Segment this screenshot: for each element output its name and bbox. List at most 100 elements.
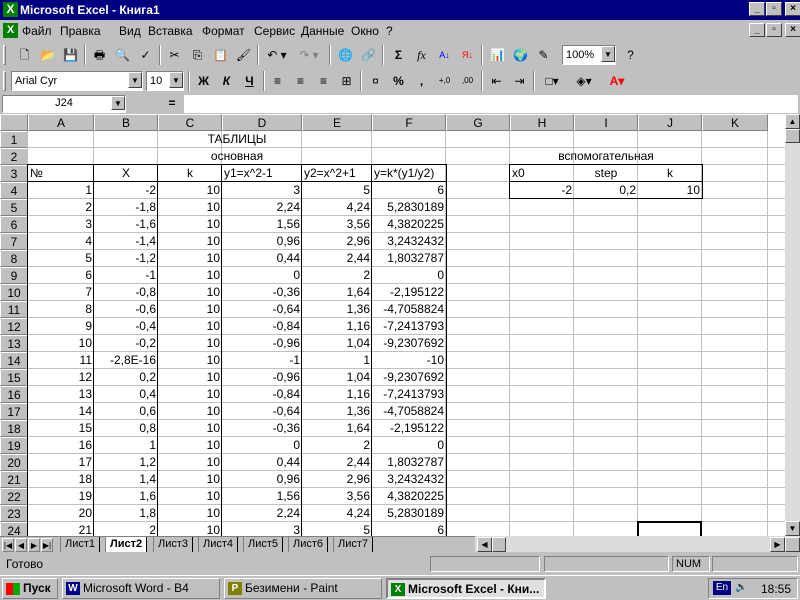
table-cell[interactable]: 4,24 bbox=[302, 199, 372, 216]
row-header[interactable]: 2 bbox=[0, 148, 28, 165]
column-header[interactable]: I bbox=[574, 114, 638, 131]
table-cell[interactable]: -4,7058824 bbox=[372, 403, 446, 420]
table-cell[interactable]: 8 bbox=[28, 301, 94, 318]
table-cell[interactable]: -7,2413793 bbox=[372, 318, 446, 335]
table-cell[interactable]: 10 bbox=[158, 284, 222, 301]
table-cell[interactable]: 10 bbox=[158, 386, 222, 403]
table-cell[interactable]: 2 bbox=[94, 522, 158, 536]
row-header[interactable]: 24 bbox=[0, 522, 28, 536]
workbook-icon[interactable]: X bbox=[3, 23, 18, 38]
function-icon[interactable]: fx bbox=[411, 45, 432, 65]
aux-value-cell[interactable]: 10 bbox=[638, 182, 702, 199]
table-cell[interactable]: 5,2830189 bbox=[372, 199, 446, 216]
table-cell[interactable]: -0,96 bbox=[222, 369, 302, 386]
column-header[interactable]: A bbox=[28, 114, 94, 131]
row-header[interactable]: 18 bbox=[0, 420, 28, 437]
table-cell[interactable]: 10 bbox=[158, 301, 222, 318]
table-cell[interactable]: 2 bbox=[302, 267, 372, 284]
task-excel[interactable]: X Microsoft Excel - Кни... bbox=[386, 578, 546, 599]
table-cell[interactable]: 10 bbox=[158, 488, 222, 505]
table-cell[interactable]: 3,56 bbox=[302, 216, 372, 233]
table-cell[interactable]: 0,8 bbox=[94, 420, 158, 437]
table-cell[interactable]: 1 bbox=[302, 352, 372, 369]
table-header-cell[interactable]: y1=x^2-1 bbox=[222, 165, 302, 182]
table-cell[interactable]: 2,24 bbox=[222, 199, 302, 216]
table-cell[interactable]: 1,04 bbox=[302, 369, 372, 386]
table-cell[interactable]: -9,2307692 bbox=[372, 369, 446, 386]
table-cell[interactable]: 1,4 bbox=[94, 471, 158, 488]
table-header-cell[interactable]: k bbox=[158, 165, 222, 182]
table-cell[interactable]: -1,8 bbox=[94, 199, 158, 216]
sheet-tab[interactable]: Лист3 bbox=[153, 537, 194, 552]
table-cell[interactable]: -2,195122 bbox=[372, 284, 446, 301]
formula-input[interactable] bbox=[184, 95, 798, 113]
table-cell[interactable]: 0,96 bbox=[222, 233, 302, 250]
last-sheet-icon[interactable]: ▶| bbox=[41, 538, 53, 552]
aux-table-label[interactable]: вспомогательная bbox=[510, 148, 702, 165]
chevron-down-icon[interactable]: ▼ bbox=[111, 96, 125, 110]
table-cell[interactable]: -1,6 bbox=[94, 216, 158, 233]
table-header-cell[interactable]: № bbox=[28, 165, 94, 182]
row-header[interactable]: 22 bbox=[0, 488, 28, 505]
worksheet-grid[interactable]: A B C D E F G H I J K 1 2 3 4 5 6 7 8 9 10 11 12 13 14 15 16 17 18 19… bbox=[0, 114, 785, 536]
row-header[interactable]: 8 bbox=[0, 250, 28, 267]
table-cell[interactable]: 10 bbox=[158, 352, 222, 369]
table-cell[interactable]: 5 bbox=[28, 250, 94, 267]
table-cell[interactable]: 0,6 bbox=[94, 403, 158, 420]
currency-icon[interactable]: ¤ bbox=[365, 71, 386, 91]
table-cell[interactable]: 10 bbox=[158, 233, 222, 250]
menu-view[interactable]: Вид bbox=[119, 24, 141, 38]
font-name-select[interactable]: Arial Cyr ▼ bbox=[11, 71, 143, 91]
table-cell[interactable]: 0,96 bbox=[222, 471, 302, 488]
scroll-up-icon[interactable]: ▲ bbox=[785, 114, 800, 129]
doc-close-button[interactable]: × bbox=[785, 23, 800, 37]
row-header[interactable]: 7 bbox=[0, 233, 28, 250]
table-cell[interactable]: 10 bbox=[158, 505, 222, 522]
table-cell[interactable]: 1,64 bbox=[302, 420, 372, 437]
underline-button[interactable]: Ч bbox=[239, 71, 260, 91]
table-cell[interactable]: 10 bbox=[158, 182, 222, 199]
sort-ascending-icon[interactable]: А↓ bbox=[434, 45, 455, 65]
scroll-thumb[interactable] bbox=[785, 129, 800, 143]
table-cell[interactable]: 1,8032787 bbox=[372, 454, 446, 471]
menu-edit[interactable]: Правка bbox=[60, 24, 101, 38]
table-cell[interactable]: 10 bbox=[158, 216, 222, 233]
table-cell[interactable]: 2,44 bbox=[302, 454, 372, 471]
italic-button[interactable]: К bbox=[216, 71, 237, 91]
table-cell[interactable]: 10 bbox=[158, 369, 222, 386]
row-header[interactable]: 12 bbox=[0, 318, 28, 335]
column-header[interactable]: B bbox=[94, 114, 158, 131]
paste-icon[interactable]: 📋 bbox=[210, 45, 231, 65]
table-cell[interactable]: -0,96 bbox=[222, 335, 302, 352]
row-header[interactable]: 23 bbox=[0, 505, 28, 522]
column-header[interactable]: C bbox=[158, 114, 222, 131]
hyperlink-icon[interactable]: 🔗 bbox=[358, 45, 379, 65]
table-cell[interactable]: -2,195122 bbox=[372, 420, 446, 437]
restore-button[interactable]: ▫ bbox=[766, 2, 782, 16]
column-header[interactable]: K bbox=[702, 114, 768, 131]
table-cell[interactable]: 3,2432432 bbox=[372, 233, 446, 250]
table-cell[interactable]: 10 bbox=[28, 335, 94, 352]
toolbar-grip[interactable] bbox=[3, 71, 6, 91]
task-word[interactable]: W Microsoft Word - B4 bbox=[62, 578, 220, 599]
table-cell[interactable]: 5 bbox=[302, 522, 372, 536]
copy-icon[interactable]: ⎘ bbox=[187, 45, 208, 65]
row-header[interactable]: 9 bbox=[0, 267, 28, 284]
table-cell[interactable]: 18 bbox=[28, 471, 94, 488]
table-cell[interactable]: 1,36 bbox=[302, 403, 372, 420]
sheet-title-cell[interactable]: ТАБЛИЦЫ bbox=[28, 131, 446, 148]
menu-tools[interactable]: Сервис bbox=[254, 24, 295, 38]
sheet-tab[interactable]: Лист1 bbox=[60, 537, 101, 552]
row-header[interactable]: 17 bbox=[0, 403, 28, 420]
row-header[interactable]: 1 bbox=[0, 131, 28, 148]
table-cell[interactable]: 0,44 bbox=[222, 250, 302, 267]
format-painter-icon[interactable]: 🖌 bbox=[233, 45, 254, 65]
table-cell[interactable]: -0,64 bbox=[222, 301, 302, 318]
table-cell[interactable]: 10 bbox=[158, 454, 222, 471]
table-cell[interactable]: 10 bbox=[158, 199, 222, 216]
align-right-icon[interactable]: ≡ bbox=[313, 71, 334, 91]
menu-format[interactable]: Формат bbox=[202, 24, 245, 38]
chart-wizard-icon[interactable]: 📊 bbox=[487, 45, 508, 65]
table-cell[interactable]: 0,4 bbox=[94, 386, 158, 403]
table-cell[interactable]: -0,84 bbox=[222, 386, 302, 403]
